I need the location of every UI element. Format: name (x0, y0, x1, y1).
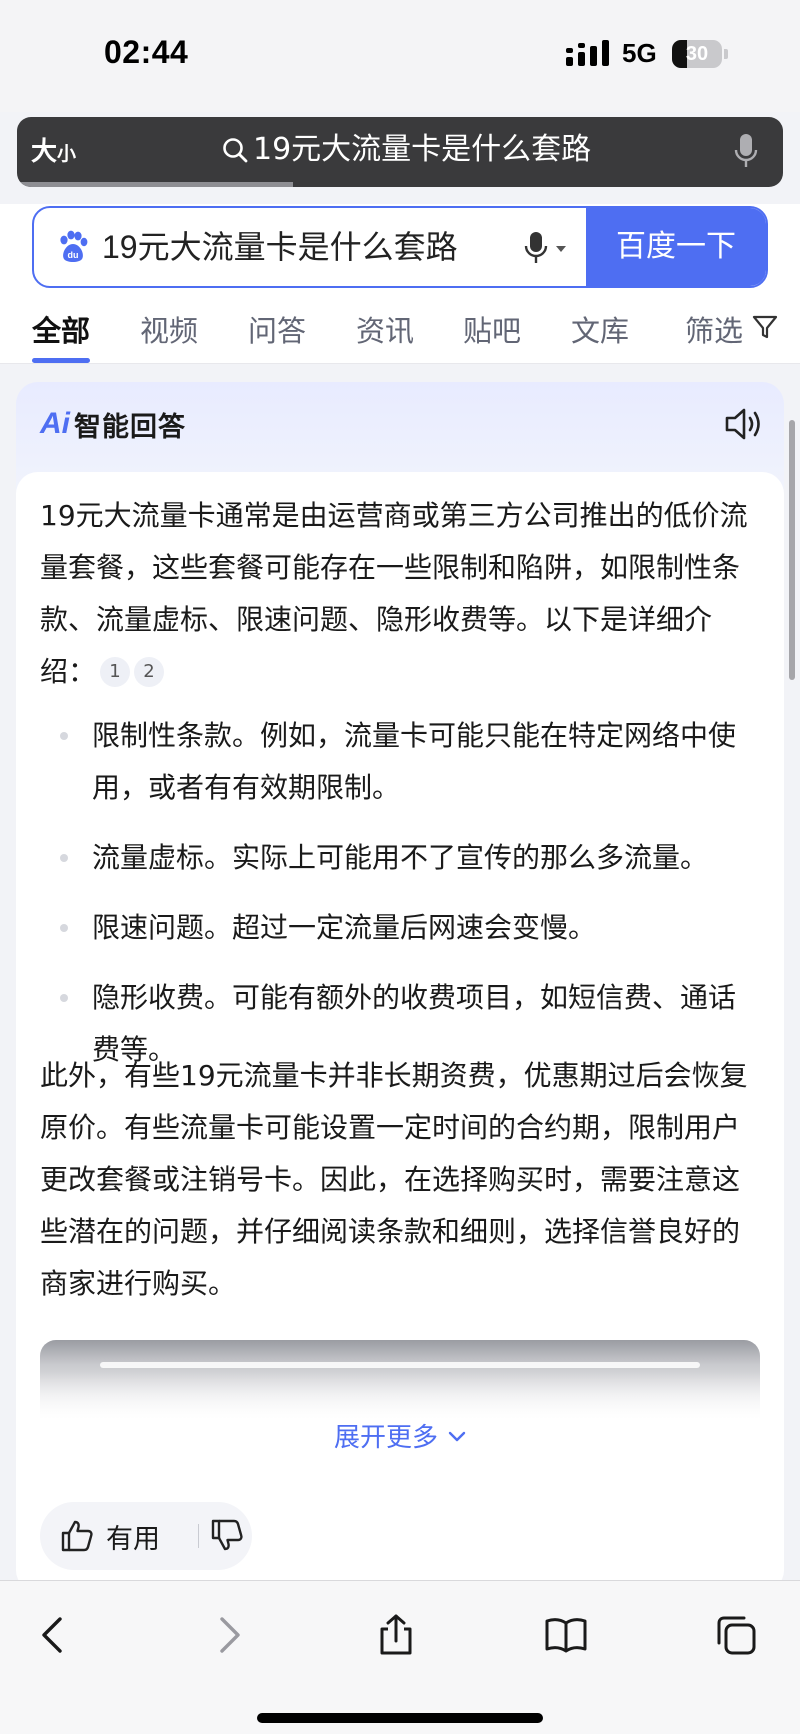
battery-indicator: 30 (672, 40, 728, 68)
list-item: 流量虚标。实际上可能用不了宣传的那么多流量。 (40, 832, 760, 884)
citation-badge[interactable]: 1 (100, 657, 131, 687)
tab-filter[interactable]: 筛选 (685, 306, 743, 356)
ai-answer-body: 19元大流量卡通常是由运营商或第三方公司推出的低价流量套餐，这些套餐可能存在一些… (16, 472, 784, 1580)
web-page: du 百度一下 全部 视频 问答 资讯 贴吧 文库 筛选 (0, 204, 800, 1580)
thumbs-up-icon (61, 1520, 93, 1552)
ai-answer-conclusion: 此外，有些19元流量卡并非长期资费，优惠期过后会恢复原价。有些流量卡可能设置一定… (40, 1059, 748, 1300)
citation-badge[interactable]: 2 (134, 657, 165, 687)
tab-video[interactable]: 视频 (140, 306, 198, 356)
speaker-icon[interactable] (724, 406, 764, 442)
text-size-label-small: 小 (57, 143, 77, 165)
search-icon (223, 138, 248, 163)
list-item: 限制性条款。例如，流量卡可能只能在特定网络中使用，或者有有效期限制。 (40, 710, 760, 814)
search-box[interactable]: du 百度一下 (32, 206, 768, 288)
book-icon (545, 1618, 587, 1653)
back-button[interactable] (24, 1605, 84, 1665)
microphone-icon[interactable] (733, 133, 759, 171)
address-url[interactable]: 19元大流量卡是什么套路 (221, 117, 591, 183)
feedback-bar: 有用 (40, 1502, 252, 1570)
ai-answer-intro: 19元大流量卡通常是由运营商或第三方公司推出的低价流量套餐，这些套餐可能存在一些… (40, 490, 760, 698)
filter-icon[interactable] (752, 314, 778, 340)
svg-text:du: du (68, 250, 79, 260)
browser-toolbar (0, 1580, 800, 1734)
tab-all[interactable]: 全部 (32, 306, 90, 356)
search-tabs: 全部 视频 问答 资讯 贴吧 文库 筛选 (0, 300, 800, 364)
address-bar[interactable]: 大小 19元大流量卡是什么套路 (17, 117, 783, 187)
active-tab-indicator (32, 358, 90, 363)
cellular-signal-icon (566, 40, 609, 66)
share-button[interactable] (366, 1605, 426, 1665)
search-header: du 百度一下 全部 视频 问答 资讯 贴吧 文库 筛选 (0, 204, 800, 364)
feedback-divider (198, 1524, 199, 1548)
text-size-button[interactable]: 大小 (31, 133, 101, 171)
expand-more-label: 展开更多 (333, 1423, 438, 1453)
search-submit-button[interactable]: 百度一下 (586, 208, 766, 286)
tabs-button[interactable] (706, 1605, 766, 1665)
thumbs-down-icon[interactable] (210, 1518, 244, 1552)
chevron-down-icon (448, 1431, 466, 1442)
address-url-text: 19元大流量卡是什么套路 (253, 132, 592, 167)
ai-answer-header: Ai 智能回答 (40, 404, 186, 444)
tab-tieba[interactable]: 贴吧 (463, 306, 521, 356)
bookmarks-button[interactable] (536, 1605, 596, 1665)
forward-arrow-icon (220, 1617, 240, 1653)
ai-answer-card: Ai 智能回答 19元大流量卡通常是由运营商或第三方公司推出的低价流量套餐，这些… (16, 382, 784, 1580)
ai-answer-title: 智能回答 (74, 411, 186, 443)
back-arrow-icon (42, 1617, 62, 1653)
useful-button[interactable]: 有用 (60, 1516, 160, 1556)
voice-search-icon[interactable] (522, 230, 574, 266)
network-type: 5G (622, 38, 657, 68)
share-icon (380, 1614, 412, 1655)
ai-answer-bullets: 限制性条款。例如，流量卡可能只能在特定网络中使用，或者有有效期限制。 流量虚标。… (40, 710, 760, 1094)
tab-wenku[interactable]: 文库 (571, 306, 629, 356)
expand-more-button[interactable]: 展开更多 (16, 1418, 784, 1458)
home-indicator (257, 1713, 543, 1723)
page-scrollbar[interactable] (789, 420, 795, 680)
battery-level: 30 (685, 43, 709, 65)
text-size-label-big: 大 (31, 137, 58, 167)
ai-logo: Ai (40, 407, 70, 440)
search-input[interactable] (102, 208, 502, 286)
useful-label: 有用 (106, 1523, 160, 1555)
status-time: 02:44 (104, 34, 189, 70)
baidu-paw-icon: du (60, 230, 88, 262)
tabs-icon (717, 1616, 756, 1655)
status-bar: 02:44 5G 30 (0, 0, 800, 112)
forward-button[interactable] (198, 1605, 258, 1665)
list-item: 限速问题。超过一定流量后网速会变慢。 (40, 902, 760, 954)
tab-news[interactable]: 资讯 (356, 306, 414, 356)
tab-qa[interactable]: 问答 (248, 306, 306, 356)
page-load-progress (17, 182, 293, 187)
